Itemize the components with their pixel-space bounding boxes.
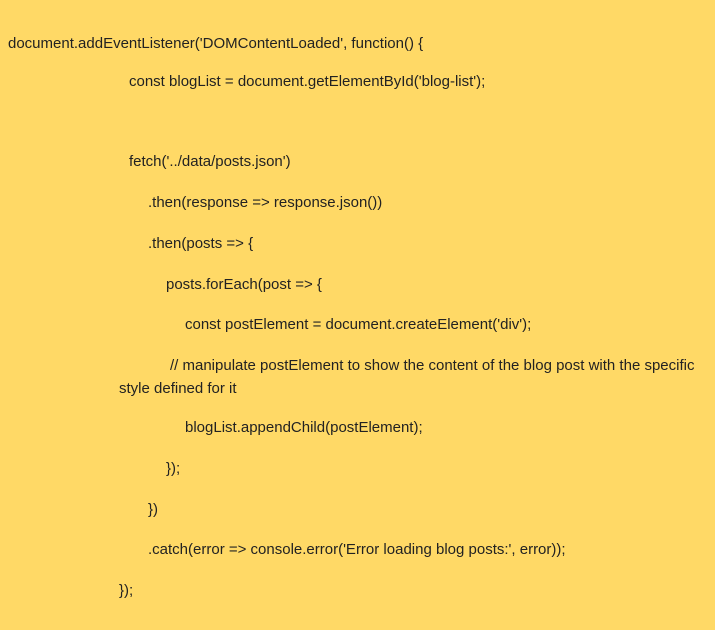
code-line: .then(posts => { [148, 235, 254, 252]
code-line: const blogList = document.getElementById… [129, 73, 486, 90]
code-line: }); [119, 582, 134, 599]
code-line: fetch('../data/posts.json') [129, 153, 291, 170]
code-line: }); [166, 460, 181, 477]
code-comment: // manipulate postElement to show the co… [119, 357, 695, 397]
code-line: blogList.appendChild(postElement); [185, 419, 423, 436]
code-line: }) [148, 501, 159, 518]
code-line: const postElement = document.createEleme… [185, 316, 532, 333]
code-line: document.addEventListener('DOMContentLoa… [8, 35, 424, 52]
code-line: posts.forEach(post => { [166, 276, 322, 293]
code-line: .then(response => response.json()) [148, 194, 383, 211]
code-line: .catch(error => console.error('Error loa… [148, 541, 566, 558]
